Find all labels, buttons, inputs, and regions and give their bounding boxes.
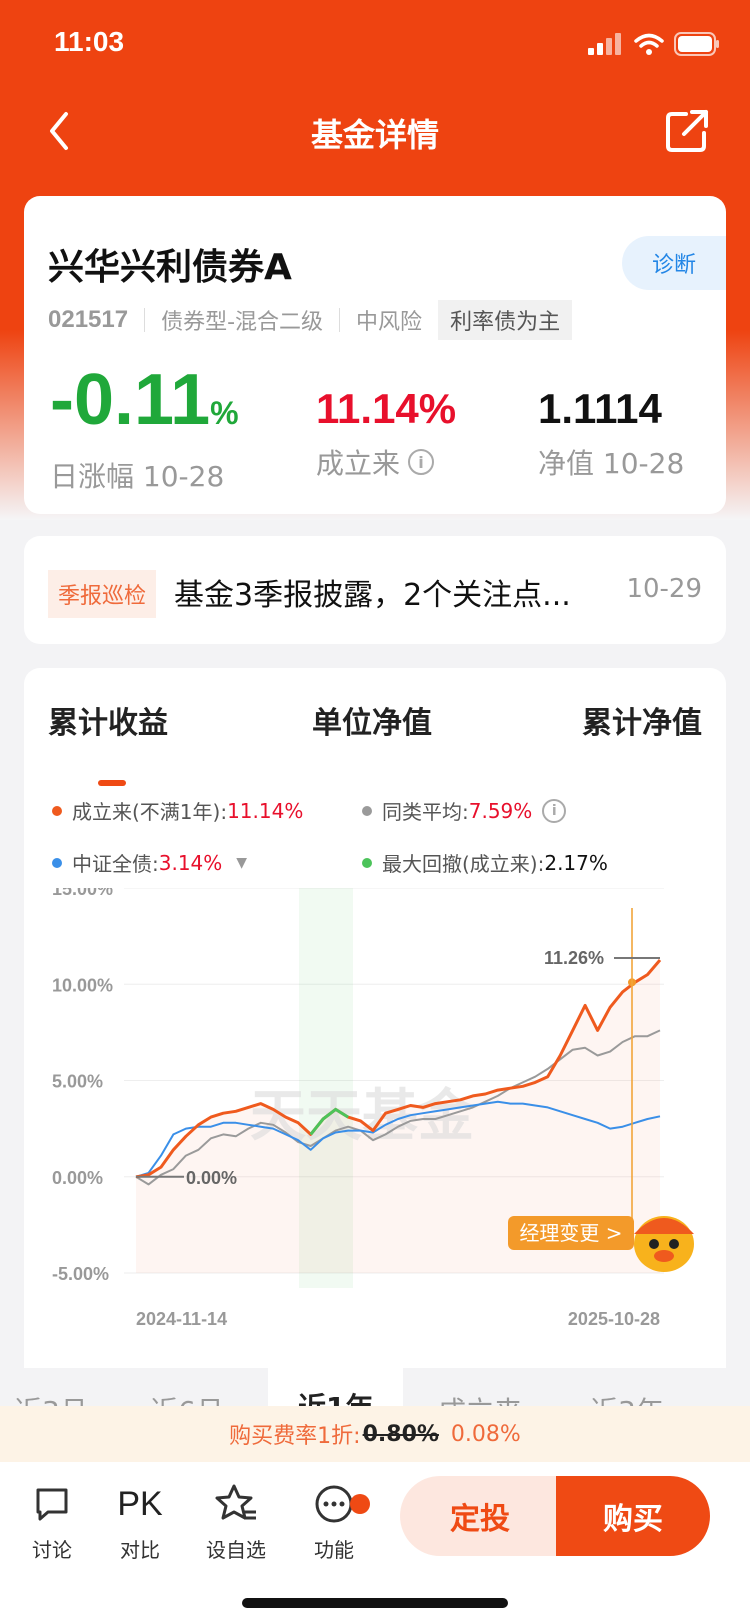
wifi-icon: [634, 33, 664, 55]
buy-button[interactable]: 购买: [556, 1476, 710, 1556]
performance-chart-card: 累计收益 单位净值 累计净值 成立来(不满1年): 11.14% 同类平均: 7…: [24, 668, 726, 1428]
legend-value: 2.17%: [544, 850, 608, 875]
share-icon[interactable]: [662, 106, 712, 156]
y-tick-label: 15.00%: [52, 888, 113, 899]
legend-since-inception: 成立来(不满1年): 11.14%: [52, 796, 303, 825]
nav-bar: 基金详情: [0, 96, 750, 166]
x-tick-label-start: 2024-11-14: [136, 1309, 227, 1329]
discuss-label: 讨论: [32, 1538, 72, 1562]
y-tick-label: 10.00%: [52, 975, 113, 995]
legend-dot: [52, 805, 62, 816]
manager-change-label: 经理变更 >: [519, 1221, 622, 1245]
news-tag: 季报巡检: [48, 570, 157, 618]
legend-value: 3.14%: [158, 850, 223, 875]
news-date: 10-29: [626, 574, 702, 604]
fund-name: 兴华兴利债券A: [48, 247, 292, 288]
peak-label: 11.26%: [544, 948, 604, 968]
status-bar: 11:03: [0, 0, 750, 90]
return-chart[interactable]: 天天基金 15.00%10.00%5.00%0.00%-5.00%2024-11…: [24, 888, 726, 1338]
compare-button[interactable]: PK 对比: [100, 1480, 180, 1563]
more-functions-button[interactable]: 功能: [294, 1480, 374, 1563]
fee-prefix: 购买费率1折:: [229, 1424, 361, 1449]
mascot-icon[interactable]: [634, 1216, 694, 1272]
tab-cumulative-nav[interactable]: 累计净值: [582, 698, 702, 742]
legend-label: 同类平均:: [382, 800, 469, 824]
fund-code: 021517: [48, 306, 129, 333]
since-inception-stat[interactable]: 11.14% 成立来 i: [316, 382, 456, 482]
fee-banner[interactable]: 购买费率1折: 0.80% 0.08%: [0, 1406, 750, 1462]
tab-unit-nav[interactable]: 单位净值: [312, 698, 432, 742]
daily-change-value: -0.11%: [50, 364, 239, 449]
legend-dot: [52, 857, 62, 868]
diagnose-button[interactable]: 诊断: [622, 236, 726, 290]
add-watchlist-button[interactable]: 设自选: [196, 1480, 276, 1563]
pk-icon: PK: [117, 1484, 163, 1523]
since-inception-value: 11.14%: [316, 385, 457, 432]
daily-change-unit: %: [210, 395, 239, 431]
fund-type: 债券型-混合二级: [161, 310, 324, 335]
since-inception-label-row: 成立来 i: [316, 442, 456, 482]
legend-value: 7.59%: [468, 798, 533, 823]
fee-discounted: 0.08%: [450, 1421, 521, 1447]
home-indicator: [242, 1598, 508, 1608]
manager-change-button[interactable]: 经理变更 >: [508, 1216, 634, 1250]
y-tick-label: 5.00%: [52, 1072, 103, 1092]
daily-change-stat: -0.11% 日涨幅 10-28: [50, 364, 239, 495]
signal-icon: [588, 33, 621, 55]
watch-label: 设自选: [206, 1538, 266, 1562]
legend-peer-average: 同类平均: 7.59% i: [362, 796, 567, 825]
news-headline: 基金3季报披露，2个关注点...: [174, 578, 571, 613]
nav-label: 净值 10-28: [538, 447, 685, 480]
fund-meta-row: 021517 债券型-混合二级 中风险 利率债为主: [48, 300, 573, 340]
fund-summary-card: 兴华兴利债券A 诊断 021517 债券型-混合二级 中风险 利率债为主 -0.…: [24, 196, 726, 514]
nav-value: 1.1114: [538, 385, 662, 432]
fund-tag: 利率债为主: [438, 300, 573, 340]
more-icon: [315, 1485, 353, 1523]
start-label: 0.00%: [186, 1168, 237, 1188]
more-label: 功能: [314, 1538, 354, 1562]
y-tick-label: 0.00%: [52, 1168, 103, 1188]
legend-label: 成立来(不满1年):: [72, 800, 228, 824]
chevron-down-icon[interactable]: ▼: [236, 855, 247, 871]
legend-value: 11.14%: [227, 798, 304, 823]
star-plus-icon: [215, 1484, 256, 1520]
daily-change-number: -0.11: [50, 360, 211, 440]
battery-icon: [674, 32, 719, 56]
legend-max-drawdown: 最大回撤(成立来): 2.17%: [362, 848, 608, 877]
legend-dot: [362, 805, 372, 816]
legend-benchmark[interactable]: 中证全债: 3.14% ▼: [52, 848, 247, 877]
legend-label: 最大回撤(成立来):: [382, 852, 545, 876]
daily-change-label: 日涨幅 10-28: [50, 460, 225, 493]
x-tick-label-end: 2025-10-28: [568, 1309, 660, 1329]
info-icon[interactable]: i: [408, 449, 435, 475]
status-icons: [588, 32, 720, 56]
nav-stat: 1.1114 净值 10-28: [538, 382, 684, 482]
news-card[interactable]: 季报巡检 基金3季报披露，2个关注点... 10-29: [24, 536, 726, 644]
info-icon[interactable]: i: [542, 798, 567, 823]
discuss-button[interactable]: 讨论: [12, 1480, 92, 1563]
y-tick-label: -5.00%: [52, 1264, 109, 1284]
active-tab-indicator: [98, 780, 126, 786]
compare-label: 对比: [120, 1538, 160, 1562]
legend-dot: [362, 857, 372, 868]
since-inception-label: 成立来: [316, 447, 401, 480]
chart-tabs: 累计收益 单位净值 累计净值: [24, 698, 726, 786]
legend-label: 中证全债:: [72, 852, 159, 876]
divider: [144, 308, 146, 332]
status-time: 11:03: [54, 26, 125, 57]
tab-cumulative-return[interactable]: 累计收益: [48, 698, 168, 742]
fee-original: 0.80%: [362, 1421, 439, 1447]
auto-invest-button[interactable]: 定投: [400, 1476, 560, 1556]
chat-bubble-icon: [36, 1488, 68, 1521]
divider: [339, 308, 341, 332]
fund-risk: 中风险: [356, 310, 423, 335]
page-title: 基金详情: [310, 116, 439, 154]
notification-dot: [350, 1494, 370, 1514]
